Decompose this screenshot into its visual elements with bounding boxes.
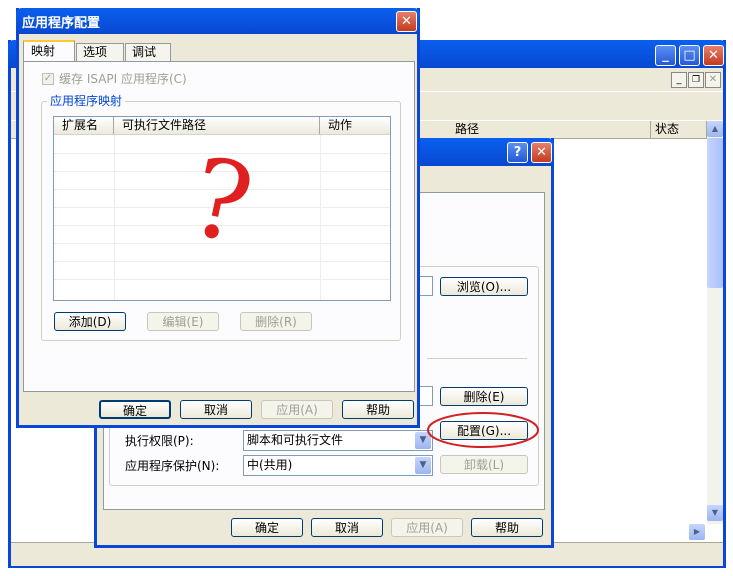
ok-button[interactable]: 确定 bbox=[231, 518, 303, 537]
minimize-icon[interactable]: _ bbox=[655, 45, 676, 66]
column-header-verbs[interactable]: 动作 bbox=[320, 117, 390, 134]
scroll-right-icon[interactable]: ▶ bbox=[689, 524, 705, 540]
group-separator bbox=[427, 358, 527, 359]
add-button[interactable]: 添加(D) bbox=[54, 312, 126, 331]
column-header-extension[interactable]: 扩展名 bbox=[54, 117, 114, 134]
vertical-scrollbar[interactable]: ▲ ▼ bbox=[707, 121, 723, 524]
scroll-thumb[interactable] bbox=[707, 138, 723, 288]
cancel-button[interactable]: 取消 bbox=[180, 400, 252, 419]
app-protection-value: 中(共用) bbox=[247, 458, 293, 472]
dropdown-arrow-icon[interactable]: ▼ bbox=[415, 457, 431, 474]
apply-button[interactable]: 应用(A) bbox=[391, 518, 463, 537]
restore-icon[interactable]: ❐ bbox=[688, 72, 704, 88]
minimize-icon[interactable]: _ bbox=[671, 72, 687, 88]
app-config-dialog: 应用程序配置 ✕ 映射 选项 调试 ✓ 缓存 ISAPI 应用程序(C) 应用程… bbox=[16, 8, 420, 428]
browse-button[interactable]: 浏览(O)... bbox=[440, 277, 528, 296]
mapping-list-header: 扩展名 可执行文件路径 动作 bbox=[54, 117, 390, 135]
help-button[interactable]: 帮助 bbox=[471, 518, 543, 537]
edit-button[interactable]: 编辑(E) bbox=[147, 312, 219, 331]
column-header-status[interactable]: 状态 bbox=[651, 121, 707, 138]
help-button[interactable]: 帮助 bbox=[342, 400, 414, 419]
close-icon[interactable]: ✕ bbox=[396, 11, 417, 32]
tab-mapping[interactable]: 映射 bbox=[23, 40, 75, 62]
cache-isapi-label: 缓存 ISAPI 应用程序(C) bbox=[59, 72, 187, 86]
exec-permissions-label: 执行权限(P): bbox=[125, 434, 194, 448]
exec-permissions-select[interactable]: 脚本和可执行文件 ▼ bbox=[243, 430, 433, 451]
tab-options-label: 选项 bbox=[83, 45, 108, 59]
ok-button[interactable]: 确定 bbox=[99, 400, 171, 419]
column-header-path[interactable]: 路径 bbox=[451, 121, 651, 138]
column-divider bbox=[114, 135, 115, 300]
checkbox-checked-icon[interactable]: ✓ bbox=[42, 73, 54, 85]
dialog-title: 应用程序配置 bbox=[22, 16, 101, 31]
close-icon[interactable]: ✕ bbox=[705, 72, 721, 88]
tab-debug[interactable]: 调试 bbox=[125, 43, 171, 62]
help-icon[interactable]: ? bbox=[507, 142, 528, 163]
app-protection-label: 应用程序保护(N): bbox=[125, 459, 220, 473]
maximize-icon[interactable]: □ bbox=[679, 45, 700, 66]
app-mapping-group-label: 应用程序映射 bbox=[47, 93, 126, 109]
close-icon[interactable]: ✕ bbox=[703, 45, 724, 66]
app-protection-select[interactable]: 中(共用) ▼ bbox=[243, 455, 433, 476]
column-header-exe-path[interactable]: 可执行文件路径 bbox=[114, 117, 320, 134]
exec-permissions-value: 脚本和可执行文件 bbox=[247, 433, 344, 447]
mdi-controls: _ ❐ ✕ bbox=[671, 72, 721, 88]
close-icon[interactable]: ✕ bbox=[531, 142, 552, 163]
grid-line bbox=[54, 279, 390, 280]
unload-button[interactable]: 卸载(L) bbox=[440, 455, 528, 474]
apply-button[interactable]: 应用(A) bbox=[261, 400, 333, 419]
highlight-circle bbox=[427, 412, 539, 448]
tab-mapping-label: 映射 bbox=[31, 44, 56, 58]
delete-button[interactable]: 删除(R) bbox=[240, 312, 312, 331]
tab-options[interactable]: 选项 bbox=[76, 43, 124, 62]
column-divider bbox=[320, 135, 321, 300]
scroll-up-icon[interactable]: ▲ bbox=[707, 121, 723, 137]
app-config-titlebar: 应用程序配置 bbox=[16, 8, 420, 34]
scroll-down-icon[interactable]: ▼ bbox=[707, 505, 723, 521]
mapping-list[interactable]: 扩展名 可执行文件路径 动作 ? bbox=[53, 116, 391, 301]
tab-debug-label: 调试 bbox=[132, 45, 157, 59]
cancel-button[interactable]: 取消 bbox=[311, 518, 383, 537]
remove-button[interactable]: 删除(E) bbox=[440, 387, 528, 406]
